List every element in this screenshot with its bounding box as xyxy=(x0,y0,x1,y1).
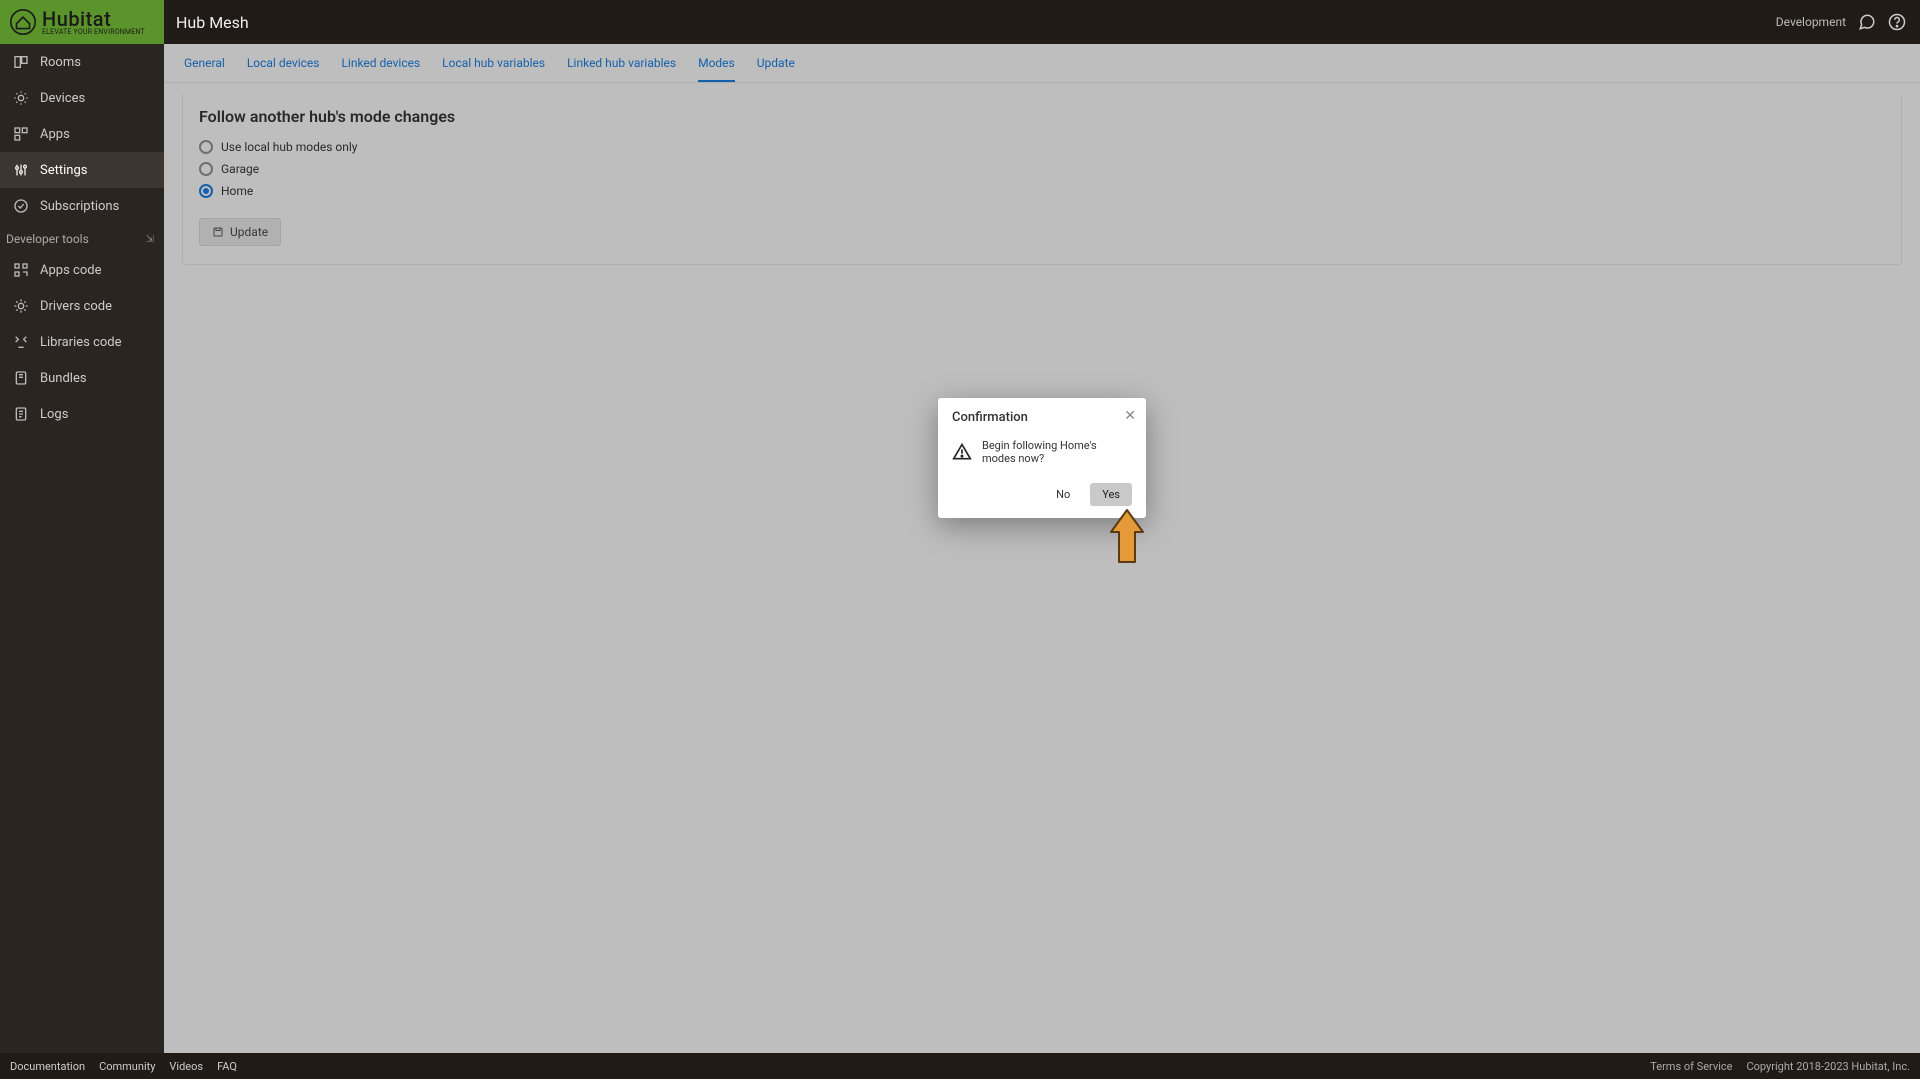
main-row: Rooms Devices Apps Settings Subscription… xyxy=(0,44,1920,1053)
warning-icon xyxy=(952,442,972,462)
topbar: Hubitat ELEVATE YOUR ENVIRONMENT Hub Mes… xyxy=(0,0,1920,44)
apps-code-icon xyxy=(12,261,30,279)
libraries-code-icon xyxy=(12,333,30,351)
brand-sub: ELEVATE YOUR ENVIRONMENT xyxy=(42,29,145,36)
rooms-icon xyxy=(12,53,30,71)
dialog-no-button[interactable]: No xyxy=(1044,483,1082,506)
sidebar-item-logs[interactable]: Logs xyxy=(0,396,164,432)
env-label: Development xyxy=(1776,15,1846,29)
footer-terms[interactable]: Terms of Service xyxy=(1650,1060,1732,1073)
sidebar-item-apps-code[interactable]: Apps code xyxy=(0,252,164,288)
footer-link-faq[interactable]: FAQ xyxy=(217,1060,237,1073)
dialog-close-button[interactable]: ✕ xyxy=(1124,408,1136,424)
brand-text: Hubitat ELEVATE YOUR ENVIRONMENT xyxy=(42,9,145,36)
sidebar-item-libraries-code[interactable]: Libraries code xyxy=(0,324,164,360)
sidebar-item-rooms[interactable]: Rooms xyxy=(0,44,164,80)
content-area: General Local devices Linked devices Loc… xyxy=(164,44,1920,1053)
dialog-body: Begin following Home's modes now? xyxy=(952,439,1132,465)
hubitat-logo-icon xyxy=(10,9,36,35)
footer-copyright: Copyright 2018-2023 Hubitat, Inc. xyxy=(1746,1060,1910,1073)
sidebar-item-settings[interactable]: Settings xyxy=(0,152,164,188)
sidebar-item-label: Drivers code xyxy=(40,299,112,314)
sidebar-item-label: Bundles xyxy=(40,371,87,386)
help-icon[interactable] xyxy=(1888,13,1906,31)
sidebar: Rooms Devices Apps Settings Subscription… xyxy=(0,44,164,1053)
footer-link-videos[interactable]: Videos xyxy=(169,1060,203,1073)
footer: Documentation Community Videos FAQ Terms… xyxy=(0,1053,1920,1079)
sidebar-item-label: Subscriptions xyxy=(40,199,119,214)
dialog-message: Begin following Home's modes now? xyxy=(982,439,1132,465)
sidebar-item-subscriptions[interactable]: Subscriptions xyxy=(0,188,164,224)
bundles-icon xyxy=(12,369,30,387)
footer-link-documentation[interactable]: Documentation xyxy=(10,1060,85,1073)
collapse-icon: ⇲ xyxy=(146,234,154,245)
close-icon: ✕ xyxy=(1124,408,1136,424)
sidebar-item-apps[interactable]: Apps xyxy=(0,116,164,152)
sidebar-item-bundles[interactable]: Bundles xyxy=(0,360,164,396)
annotation-arrow-icon xyxy=(1107,508,1147,566)
sidebar-item-label: Settings xyxy=(40,163,87,178)
sidebar-item-label: Apps xyxy=(40,127,70,142)
topbar-right: Development xyxy=(1776,13,1920,31)
modal-overlay: Confirmation ✕ Begin following Home's mo… xyxy=(164,44,1920,1053)
apps-icon xyxy=(12,125,30,143)
sidebar-item-label: Apps code xyxy=(40,263,101,278)
sidebar-dev-label: Developer tools xyxy=(6,232,89,246)
dialog-title: Confirmation xyxy=(952,410,1132,425)
dialog-yes-button[interactable]: Yes xyxy=(1090,483,1132,506)
dialog-actions: No Yes xyxy=(952,483,1132,506)
sidebar-item-label: Rooms xyxy=(40,55,81,70)
devices-icon xyxy=(12,89,30,107)
page-title: Hub Mesh xyxy=(176,13,249,32)
subscriptions-icon xyxy=(12,197,30,215)
confirmation-dialog: Confirmation ✕ Begin following Home's mo… xyxy=(938,398,1146,518)
sidebar-item-label: Libraries code xyxy=(40,335,122,350)
sidebar-dev-header[interactable]: Developer tools ⇲ xyxy=(0,224,164,252)
brand-logo[interactable]: Hubitat ELEVATE YOUR ENVIRONMENT xyxy=(0,0,164,44)
sidebar-item-label: Devices xyxy=(40,91,85,106)
chat-icon[interactable] xyxy=(1858,13,1876,31)
brand-main: Hubitat xyxy=(42,9,145,29)
drivers-code-icon xyxy=(12,297,30,315)
footer-link-community[interactable]: Community xyxy=(99,1060,155,1073)
sidebar-item-drivers-code[interactable]: Drivers code xyxy=(0,288,164,324)
settings-icon xyxy=(12,161,30,179)
sidebar-item-label: Logs xyxy=(40,407,68,422)
footer-right: Terms of Service Copyright 2018-2023 Hub… xyxy=(1650,1060,1910,1073)
logs-icon xyxy=(12,405,30,423)
sidebar-item-devices[interactable]: Devices xyxy=(0,80,164,116)
